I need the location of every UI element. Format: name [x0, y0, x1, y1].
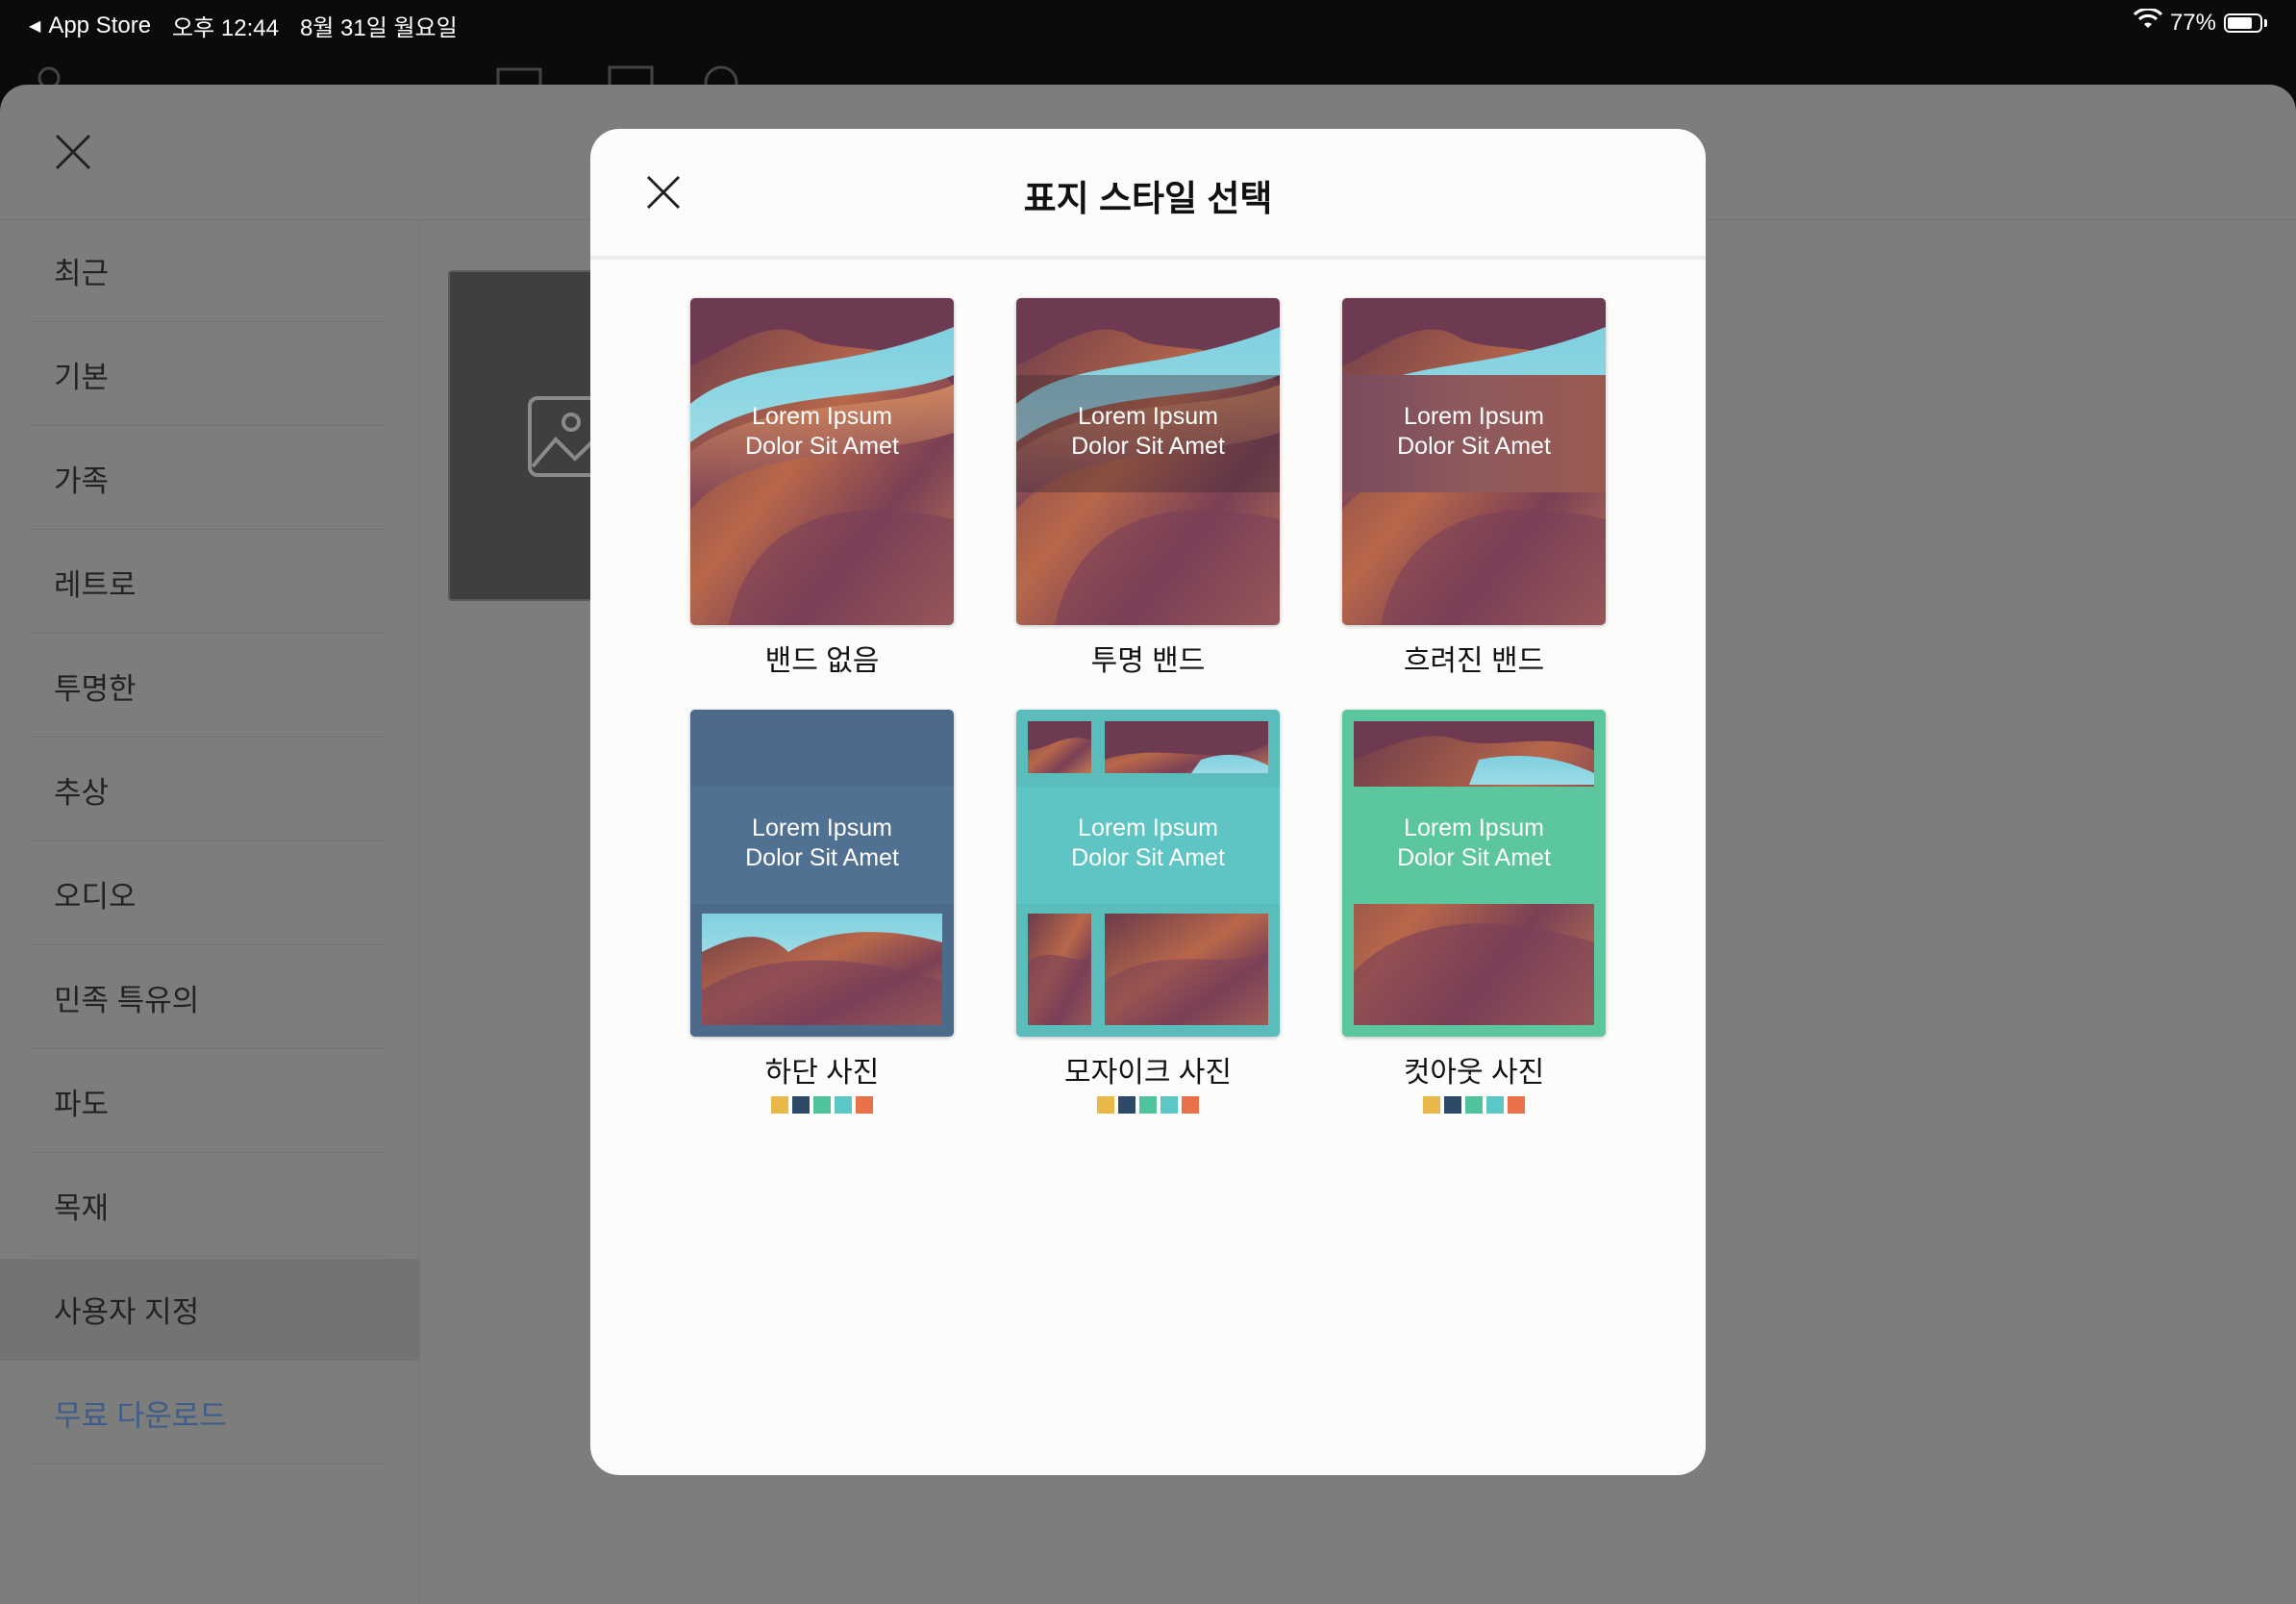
color-swatches: [1342, 1096, 1606, 1114]
cover-thumbnail: Lorem Ipsum Dolor Sit Amet: [1342, 298, 1606, 625]
status-date: 8월 31일 월요일: [299, 15, 458, 41]
color-swatch: [1423, 1096, 1440, 1114]
back-triangle-icon: ◀: [29, 17, 41, 35]
cover-style-mosaic-photo[interactable]: Lorem Ipsum Dolor Sit Amet 모자이크 사진: [1016, 710, 1280, 1114]
cover-style-blurred-band[interactable]: Lorem Ipsum Dolor Sit Amet 흐려진 밴드: [1342, 298, 1606, 679]
sidebar-item-ethnic[interactable]: 민족 특유의: [31, 947, 388, 1049]
cover-style-transparent-band[interactable]: Lorem Ipsum Dolor Sit Amet 투명 밴드: [1016, 298, 1280, 679]
back-app-label: App Store: [48, 12, 152, 38]
sidebar-item-transparent[interactable]: 투명한: [31, 636, 388, 738]
cover-style-no-band[interactable]: Lorem Ipsum Dolor Sit Amet 밴드 없음: [690, 298, 954, 679]
sidebar-item-basic[interactable]: 기본: [31, 324, 388, 426]
cover-thumbnail: Lorem Ipsum Dolor Sit Amet: [1342, 710, 1606, 1037]
cover-style-modal: 표지 스타일 선택 Lorem Ipsum Dolor Sit Amet 밴드 없…: [590, 129, 1706, 1475]
battery-icon: [2224, 13, 2262, 33]
color-swatches: [1016, 1096, 1280, 1114]
status-bar: ◀ App Store 오후 12:44 8월 31일 월요일 77%: [0, 0, 2296, 44]
cover-style-bottom-photo[interactable]: Lorem Ipsum Dolor Sit Amet 하단 사진: [690, 710, 954, 1114]
sidebar-item-recent[interactable]: 최근: [31, 220, 388, 322]
color-swatch: [771, 1096, 788, 1114]
color-swatch: [792, 1096, 810, 1114]
color-swatch: [813, 1096, 831, 1114]
cover-style-label: 밴드 없음: [764, 645, 880, 677]
cover-style-label: 하단 사진: [764, 1057, 880, 1089]
battery-percent: 77%: [2169, 9, 2216, 36]
cover-style-cutout-photo[interactable]: Lorem Ipsum Dolor Sit Amet 컷아웃 사진: [1342, 710, 1606, 1114]
color-swatch: [1097, 1096, 1114, 1114]
sidebar-item-retro[interactable]: 레트로: [31, 532, 388, 634]
cover-title-text: Lorem Ipsum Dolor Sit Amet: [745, 815, 899, 871]
color-swatch: [835, 1096, 852, 1114]
color-swatch: [1160, 1096, 1178, 1114]
cover-title-text: Lorem Ipsum Dolor Sit Amet: [1397, 403, 1551, 460]
cover-thumbnail: Lorem Ipsum Dolor Sit Amet: [690, 298, 954, 625]
color-swatch: [1465, 1096, 1483, 1114]
color-swatch: [1118, 1096, 1136, 1114]
color-swatch: [1182, 1096, 1199, 1114]
cover-thumbnail: Lorem Ipsum Dolor Sit Amet: [1016, 298, 1280, 625]
cover-title-text: Lorem Ipsum Dolor Sit Amet: [1071, 815, 1225, 871]
cover-thumbnail: Lorem Ipsum Dolor Sit Amet: [690, 710, 954, 1037]
sidebar-item-wave[interactable]: 파도: [31, 1051, 388, 1153]
cover-title-text: Lorem Ipsum Dolor Sit Amet: [1397, 815, 1551, 871]
custom-cover-card[interactable]: [448, 270, 606, 601]
sidebar-item-wood[interactable]: 목재: [31, 1155, 388, 1257]
back-to-app-button[interactable]: ◀ App Store: [29, 13, 151, 39]
color-swatch: [1508, 1096, 1525, 1114]
sheet-close-button[interactable]: [54, 133, 92, 176]
cover-style-label: 투명 밴드: [1090, 645, 1206, 677]
cover-style-label: 모자이크 사진: [1064, 1057, 1232, 1089]
wifi-icon: [2133, 7, 2163, 37]
color-swatches: [690, 1096, 954, 1114]
sidebar-item-family[interactable]: 가족: [31, 428, 388, 530]
sidebar-item-free-download[interactable]: 무료 다운로드: [31, 1363, 388, 1465]
cover-style-label: 컷아웃 사진: [1403, 1057, 1545, 1089]
sidebar-item-abstract[interactable]: 추상: [31, 739, 388, 841]
cover-style-label: 흐려진 밴드: [1403, 645, 1545, 677]
cover-title-text: Lorem Ipsum Dolor Sit Amet: [1071, 403, 1225, 460]
modal-title: 표지 스타일 선택: [1023, 179, 1273, 218]
cover-thumbnail: Lorem Ipsum Dolor Sit Amet: [1016, 710, 1280, 1037]
sidebar-item-audio[interactable]: 오디오: [31, 843, 388, 945]
color-swatch: [1139, 1096, 1157, 1114]
sidebar-item-custom[interactable]: 사용자 지정: [0, 1259, 419, 1361]
color-swatch: [1444, 1096, 1461, 1114]
cover-title-text: Lorem Ipsum Dolor Sit Amet: [745, 403, 899, 460]
status-time: 오후 12:44: [172, 15, 279, 41]
modal-header: 표지 스타일 선택: [590, 129, 1706, 260]
category-sidebar: 최근 기본 가족 레트로 투명한 추상 오디오 민족 특유의 파도 목재 사용자…: [0, 220, 420, 1604]
color-swatch: [856, 1096, 873, 1114]
color-swatch: [1486, 1096, 1504, 1114]
close-icon: [55, 134, 91, 170]
